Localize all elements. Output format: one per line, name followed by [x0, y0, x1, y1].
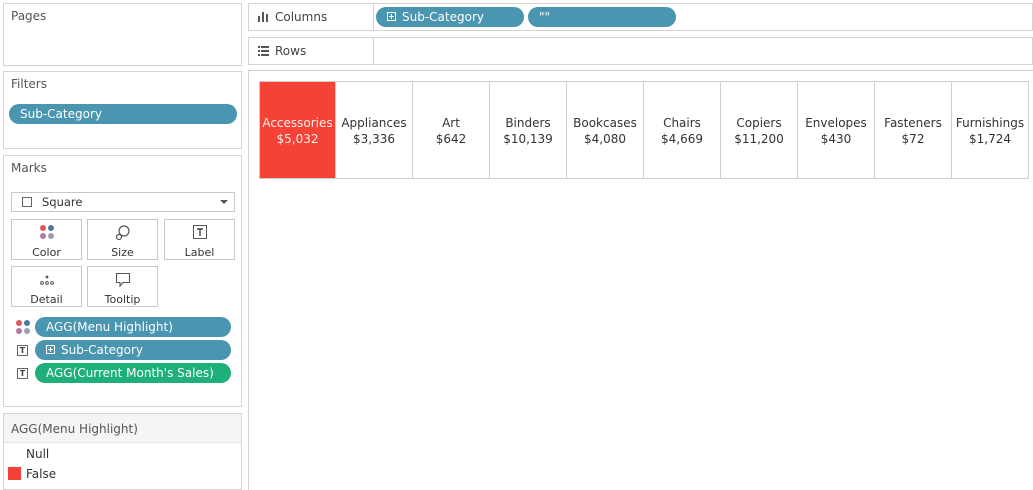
menu-tile[interactable]: Chairs $4,669 [644, 81, 721, 179]
columns-pill-empty-string[interactable]: "" [528, 7, 676, 27]
menu-tile[interactable]: Envelopes $430 [798, 81, 875, 179]
menu-tile-name: Fasteners [884, 116, 942, 130]
menu-tile[interactable]: Art $642 [413, 81, 490, 179]
chevron-down-icon [220, 200, 228, 204]
detail-button[interactable]: Detail [11, 266, 82, 307]
menu-tile-name: Appliances [341, 116, 407, 130]
marks-field-label: AGG(Menu Highlight) [46, 320, 173, 334]
menu-tile[interactable]: Copiers $11,200 [721, 81, 798, 179]
menu-tile-value: $11,200 [734, 132, 784, 146]
menu-tile-value: $72 [901, 132, 925, 146]
label-icon: T [17, 368, 28, 379]
expand-plus-icon[interactable] [387, 12, 396, 21]
tooltip-button[interactable]: Tooltip [87, 266, 158, 307]
columns-label: Columns [275, 10, 328, 24]
rows-icon [258, 46, 269, 56]
columns-pill-label: "" [539, 10, 551, 24]
marks-field-label: Sub-Category [61, 343, 143, 357]
menu-tile-value: $5,032 [276, 132, 319, 146]
menu-tile-name: Envelopes [805, 116, 867, 130]
label-button-label: Label [184, 246, 215, 259]
columns-shelf-label: Columns [249, 4, 374, 30]
expand-plus-icon[interactable] [46, 345, 55, 354]
menu-tile-name: Chairs [663, 116, 701, 130]
mark-type-dropdown[interactable]: Square [11, 192, 235, 212]
columns-pill-label: Sub-Category [402, 10, 484, 24]
marks-field-menu-highlight[interactable]: AGG(Menu Highlight) [35, 317, 231, 337]
size-button-label: Size [111, 246, 134, 259]
menu-tile-value: $4,669 [661, 132, 703, 146]
label-icon [165, 225, 234, 241]
rows-label: Rows [275, 44, 307, 58]
columns-icon [258, 12, 268, 22]
size-button[interactable]: Size [87, 219, 158, 260]
color-dots-icon [16, 320, 30, 334]
filter-pill-label: Sub-Category [20, 107, 102, 121]
menu-tile-value: $1,724 [969, 132, 1011, 146]
tooltip-button-label: Tooltip [104, 293, 141, 306]
color-button-label: Color [32, 246, 61, 259]
filters-title: Filters [11, 77, 47, 91]
marks-field-label: AGG(Current Month's Sales) [46, 366, 214, 380]
marks-field-sub-category[interactable]: Sub-Category [35, 340, 231, 360]
legend-title: AGG(Menu Highlight) [11, 422, 138, 436]
detail-button-label: Detail [30, 293, 63, 306]
size-icon [88, 225, 157, 241]
color-dots-icon [12, 225, 81, 241]
menu-tile-name: Furnishings [955, 116, 1025, 130]
detail-icon [12, 272, 81, 288]
menu-tile-name: Binders [505, 116, 551, 130]
pages-title: Pages [11, 9, 47, 23]
legend-swatch-false [8, 467, 21, 480]
menu-tile[interactable]: Accessories $5,032 [259, 81, 336, 179]
menu-tile-value: $430 [820, 132, 852, 146]
menu-tile[interactable]: Bookcases $4,080 [567, 81, 644, 179]
menu-tile-value: $3,336 [353, 132, 395, 146]
rows-shelf[interactable]: Rows [248, 37, 1033, 65]
filter-pill-sub-category[interactable]: Sub-Category [9, 104, 237, 124]
mark-type-label: Square [42, 195, 83, 209]
menu-tile-name: Bookcases [573, 116, 637, 130]
square-icon [22, 197, 32, 207]
pages-card[interactable]: Pages [3, 3, 242, 66]
marks-card: Marks Square Color Size Label Detail Too… [3, 155, 242, 407]
legend-item-label: False [26, 467, 57, 481]
menu-tile-value: $10,139 [503, 132, 553, 146]
menu-tile[interactable]: Furnishings $1,724 [952, 81, 1029, 179]
filters-card[interactable]: Filters Sub-Category [3, 71, 242, 149]
marks-field-current-month-sales[interactable]: AGG(Current Month's Sales) [35, 363, 231, 383]
menu-tile[interactable]: Fasteners $72 [875, 81, 952, 179]
marks-title: Marks [11, 161, 47, 175]
tooltip-icon [88, 272, 157, 288]
viz-view: Accessories $5,032 Appliances $3,336 Art $642… [248, 70, 1033, 490]
rows-shelf-label: Rows [249, 38, 374, 64]
menu-tile-value: $4,080 [584, 132, 626, 146]
legend-item-label: Null [26, 447, 50, 461]
menu-tile-name: Art [442, 116, 460, 130]
legend-header[interactable]: AGG(Menu Highlight) [4, 414, 241, 443]
color-button[interactable]: Color [11, 219, 82, 260]
menu-tile[interactable]: Binders $10,139 [490, 81, 567, 179]
menu-tile-name: Accessories [262, 116, 333, 130]
menu-tile-name: Copiers [736, 116, 782, 130]
label-icon: T [17, 345, 28, 356]
menu-tile-value: $642 [435, 132, 467, 146]
columns-shelf[interactable]: Columns Sub-Category "" [248, 3, 1033, 31]
columns-pill-sub-category[interactable]: Sub-Category [376, 7, 524, 27]
tableau-workspace: Pages Filters Sub-Category Marks Square [0, 0, 1033, 490]
color-legend-card: AGG(Menu Highlight) Null False [3, 413, 242, 490]
menu-tile[interactable]: Appliances $3,336 [336, 81, 413, 179]
label-button[interactable]: Label [164, 219, 235, 260]
